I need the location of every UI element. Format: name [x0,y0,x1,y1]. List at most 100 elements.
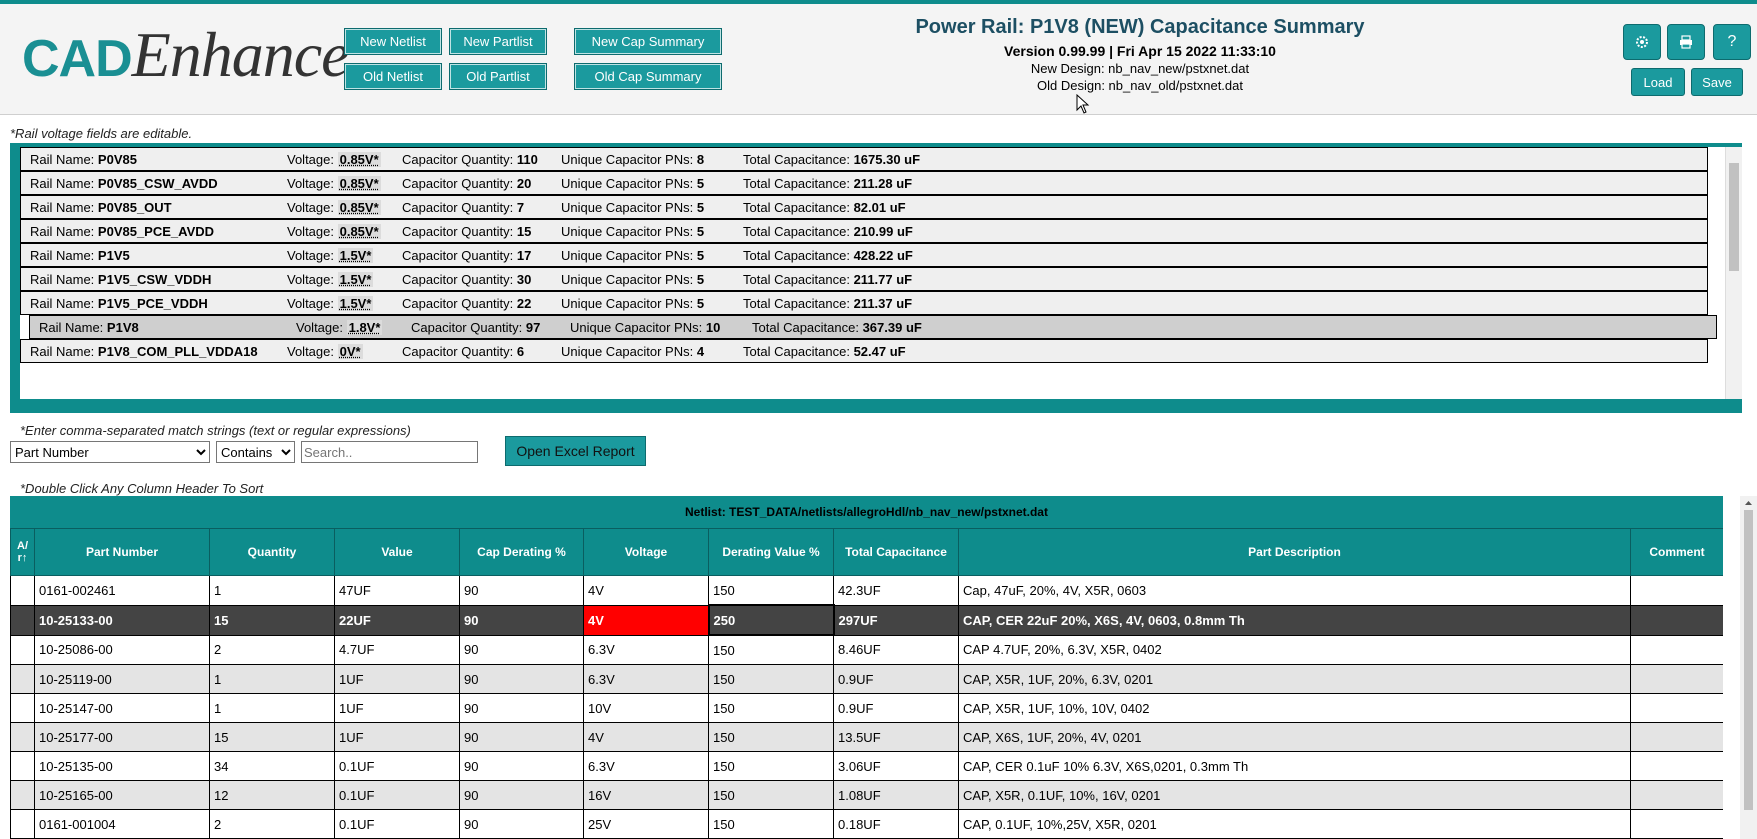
print-button[interactable] [1667,24,1705,60]
table-cell[interactable]: 4V [583,575,709,606]
filter-field-select[interactable]: Part Number [10,441,210,463]
table-cell[interactable]: 0.9UF [833,693,959,723]
table-cell[interactable]: 1.08UF [833,780,959,810]
table-cell[interactable]: 25V [583,809,709,839]
table-cell[interactable] [1630,809,1723,839]
table-cell[interactable]: 10-25086-00 [34,634,210,665]
table-cell[interactable] [1630,780,1723,810]
rail-voltage-field[interactable]: 0.85V* [337,152,381,167]
table-cell[interactable]: 2 [209,634,335,665]
rail-voltage-field[interactable]: 0.85V* [337,176,381,191]
load-button[interactable]: Load [1631,68,1685,96]
table-cell[interactable]: 15 [209,604,335,636]
table-cell[interactable]: 4.7UF [334,634,460,665]
column-header[interactable]: Total Capacitance [833,528,959,576]
table-row[interactable]: 0161-002461 1 47UF 90 4V 150 42.3UF Cap, 47uF, … [10,575,1723,606]
table-cell[interactable]: 34 [209,751,335,781]
table-cell[interactable]: 150 [708,780,834,810]
table-cell[interactable]: 12 [209,780,335,810]
table-cell[interactable]: 90 [459,809,584,839]
new-cap-summary-button[interactable]: New Cap Summary [574,28,722,55]
table-cell[interactable] [1630,722,1723,752]
table-cell[interactable]: 3.06UF [833,751,959,781]
table-cell[interactable]: 150 [708,664,834,694]
table-cell[interactable]: 90 [459,722,584,752]
table-cell[interactable] [1630,634,1723,665]
rail-row[interactable]: Rail Name: P1V8 Voltage: 1.8V* Capacitor Q… [29,315,1717,339]
rail-voltage-field[interactable]: 0.85V* [337,200,381,215]
table-cell[interactable]: CAP, CER 0.1uF 10% 6.3V, X6S,0201, 0.3mm… [958,751,1631,781]
table-cell[interactable]: 6.3V [583,751,709,781]
table-cell[interactable]: CAP, CER 22uF 20%, X6S, 4V, 0603, 0.8mm … [958,604,1631,636]
scroll-up-arrow-icon[interactable] [1740,497,1757,509]
table-cell[interactable] [1630,751,1723,781]
table-cell[interactable]: 13.5UF [833,722,959,752]
rail-row[interactable]: Rail Name: P0V85 Voltage: 0.85V* Capacitor… [20,147,1708,171]
new-netlist-button[interactable]: New Netlist [344,28,442,55]
rail-row[interactable]: Rail Name: P1V8_COM_PLL_VDDA18 Voltage: 0… [20,339,1708,363]
table-cell[interactable]: 90 [459,575,584,606]
table-cell[interactable]: 22UF [334,604,460,636]
sort-column-header[interactable]: A/ r↑ [10,528,35,576]
table-cell[interactable]: 1 [209,664,335,694]
table-cell[interactable]: 8.46UF [833,634,959,665]
table-row[interactable]: 10-25177-00 15 1UF 90 4V 150 13.5UF CAP, X6S, 1… [10,722,1723,752]
table-cell[interactable]: 150 [708,751,834,781]
table-cell[interactable]: CAP, X5R, 0.1UF, 10%, 16V, 0201 [958,780,1631,810]
page-scroll-thumb[interactable] [1744,510,1753,810]
table-cell[interactable]: 1UF [334,693,460,723]
table-cell[interactable]: 150 [708,575,834,606]
table-cell[interactable]: 250 [707,604,835,636]
table-row[interactable]: 10-25119-00 1 1UF 90 6.3V 150 0.9UF CAP, X5R, 1… [10,664,1723,694]
table-cell[interactable]: 150 [708,809,834,839]
table-cell[interactable]: 0.1UF [334,809,460,839]
rail-scroll-thumb[interactable] [1729,163,1739,271]
table-cell[interactable]: 1UF [334,722,460,752]
table-cell[interactable]: 90 [459,751,584,781]
help-button[interactable]: ? [1713,24,1751,60]
table-cell[interactable]: 16V [583,780,709,810]
table-cell[interactable]: CAP, X5R, 1UF, 20%, 6.3V, 0201 [958,664,1631,694]
save-button[interactable]: Save [1691,68,1743,96]
table-cell[interactable]: 6.3V [583,664,709,694]
table-cell[interactable]: 10-25147-00 [34,693,210,723]
table-cell[interactable]: 10V [583,693,709,723]
table-cell[interactable]: 150 [708,634,834,665]
column-header[interactable]: Part Description [958,528,1631,576]
table-cell[interactable]: 10-25177-00 [34,722,210,752]
old-cap-summary-button[interactable]: Old Cap Summary [574,63,722,90]
table-cell[interactable]: CAP 4.7UF, 20%, 6.3V, X5R, 0402 [958,634,1631,665]
rail-row[interactable]: Rail Name: P1V5_PCE_VDDH Voltage: 1.5V* Ca… [20,291,1708,315]
table-cell[interactable]: 1UF [334,664,460,694]
old-partlist-button[interactable]: Old Partlist [449,63,547,90]
table-cell[interactable]: 0.9UF [833,664,959,694]
table-cell[interactable]: 0161-001004 [34,809,210,839]
table-cell[interactable]: 1 [209,693,335,723]
table-cell[interactable]: 4V [583,722,709,752]
rail-voltage-field[interactable]: 1.8V* [346,320,383,335]
column-header[interactable]: Derating Value % [708,528,834,576]
column-header[interactable]: Cap Derating % [459,528,584,576]
open-excel-report-button[interactable]: Open Excel Report [505,436,646,466]
table-cell[interactable] [1630,693,1723,723]
column-header[interactable]: Comment [1630,528,1723,576]
table-cell[interactable]: 15 [209,722,335,752]
table-cell[interactable]: 0161-002461 [34,575,210,606]
page-scrollbar[interactable] [1740,496,1757,839]
column-header[interactable]: Quantity [209,528,335,576]
table-cell[interactable]: Cap, 47uF, 20%, 4V, X5R, 0603 [958,575,1631,606]
table-cell[interactable]: 4V [583,604,709,636]
table-cell[interactable]: 150 [708,722,834,752]
table-cell[interactable]: 1 [209,575,335,606]
table-row[interactable]: 10-25135-00 34 0.1UF 90 6.3V 150 3.06UF CAP, CE… [10,751,1723,781]
table-cell[interactable]: CAP, X6S, 1UF, 20%, 4V, 0201 [958,722,1631,752]
table-row[interactable]: 0161-001004 2 0.1UF 90 25V 150 0.18UF CAP, 0.1U… [10,809,1723,839]
table-row[interactable]: 10-25133-00 15 22UF 90 4V 250 297UF CAP, CER 22… [10,604,1723,636]
rail-row[interactable]: Rail Name: P1V5_CSW_VDDH Voltage: 1.5V* Ca… [20,267,1708,291]
column-header[interactable]: Part Number [34,528,210,576]
table-cell[interactable]: 2 [209,809,335,839]
settings-button[interactable] [1623,24,1661,60]
rail-voltage-field[interactable]: 1.5V* [337,272,374,287]
table-cell[interactable] [1630,664,1723,694]
rail-voltage-field[interactable]: 0V* [337,344,363,359]
